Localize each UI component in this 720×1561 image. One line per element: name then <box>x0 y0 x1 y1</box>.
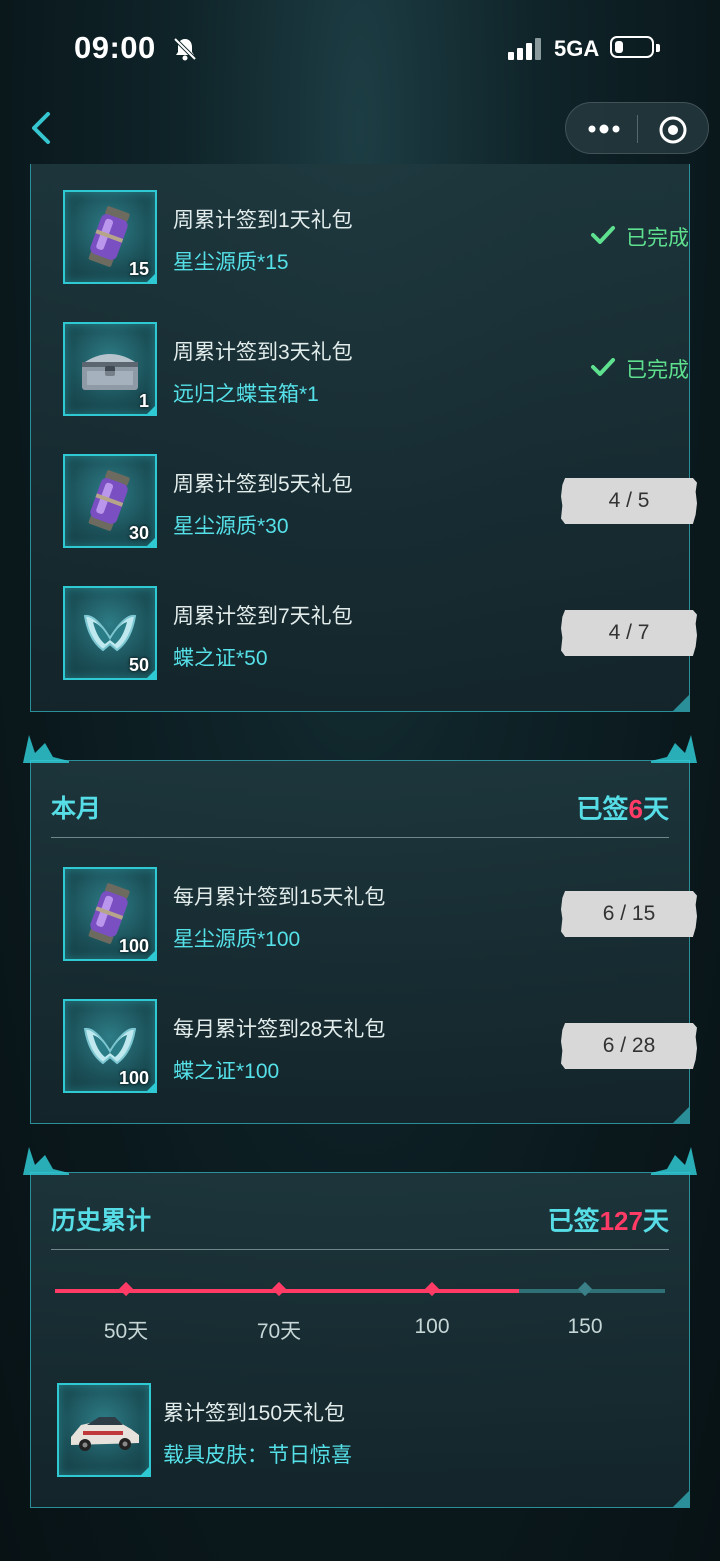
reward-title: 每月累计签到28天礼包 <box>173 1018 386 1041</box>
milestone-marker <box>271 1281 287 1297</box>
reward-desc: 远归之蝶宝箱*1 <box>173 383 319 406</box>
panel-spike-decoration <box>651 735 697 763</box>
signal-icon <box>508 38 541 60</box>
reward-desc: 蝶之证*100 <box>173 1060 280 1083</box>
panel-corner <box>672 694 690 712</box>
network-type: 5GA <box>554 36 600 61</box>
reward-desc: 蝶之证*50 <box>173 647 268 670</box>
signed-days: 6 <box>628 794 643 824</box>
signed-days-counter: 已签127天 <box>548 1201 669 1238</box>
reward-icon-frame: 100 <box>63 867 157 961</box>
frame-corner <box>139 1465 151 1477</box>
reward-row[interactable]: 累计签到150天礼包 载具皮肤：节日惊喜 <box>57 1383 677 1479</box>
weekly-rewards-panel: 15 周累计签到1天礼包 星尘源质*15 已完成 1 周累计签到3天礼包 远归之… <box>30 164 697 712</box>
milestone-label: 150 <box>567 1315 603 1338</box>
reward-title: 周累计签到3天礼包 <box>173 341 353 364</box>
section-divider <box>51 837 669 838</box>
status-time: 09:00 <box>74 30 156 65</box>
reward-icon-frame <box>57 1383 151 1477</box>
panel-spike-decoration <box>23 1147 69 1175</box>
battery-icon <box>610 36 660 58</box>
milestone-label: 70天 <box>256 1320 302 1343</box>
panel-spike-decoration <box>651 1147 697 1175</box>
reward-row[interactable]: 50 周累计签到7天礼包 蝶之证*50 4 / 7 <box>63 586 697 682</box>
milestone-marker <box>424 1281 440 1297</box>
reward-row[interactable]: 1 周累计签到3天礼包 远归之蝶宝箱*1 已完成 <box>63 322 689 418</box>
reward-count: 50 <box>128 655 149 675</box>
signed-days: 127 <box>599 1206 643 1236</box>
reward-count: 1 <box>138 391 149 411</box>
reward-desc: 星尘源质*30 <box>173 515 289 538</box>
capsule-divider <box>637 115 638 143</box>
reward-row[interactable]: 30 周累计签到5天礼包 星尘源质*30 4 / 5 <box>63 454 697 550</box>
reward-desc: 星尘源质*100 <box>173 928 301 951</box>
reward-row[interactable]: 100 每月累计签到28天礼包 蝶之证*100 6 / 28 <box>63 999 697 1095</box>
reward-title: 累计签到150天礼包 <box>163 1402 346 1425</box>
signed-suffix: 天 <box>642 1206 669 1236</box>
reward-count: 30 <box>128 523 149 543</box>
back-arrow-icon[interactable] <box>24 108 64 148</box>
reward-row[interactable]: 100 每月累计签到15天礼包 星尘源质*100 6 / 15 <box>63 867 697 963</box>
vehicle-skin-car-icon <box>71 1417 139 1451</box>
reward-count: 15 <box>128 259 149 279</box>
reward-icon-frame: 100 <box>63 999 157 1093</box>
progress-badge: 6 / 28 <box>561 1023 697 1069</box>
section-divider <box>51 1249 669 1250</box>
completed-status: 已完成 <box>591 354 689 384</box>
signed-suffix: 天 <box>642 794 669 824</box>
milestone-label: 50天 <box>103 1320 149 1343</box>
reward-title: 周累计签到1天礼包 <box>173 209 353 232</box>
monthly-rewards-panel: 本月 已签6天 100 每月累计签到15天礼包 星尘源质*100 6 / 15 <box>23 735 697 1124</box>
close-program-icon[interactable] <box>658 115 688 145</box>
reward-icon-frame: 30 <box>63 454 157 548</box>
mini-program-capsule <box>565 102 709 154</box>
reward-count: 100 <box>118 1068 149 1088</box>
milestone-marker <box>577 1281 593 1297</box>
status-bar: 09:00 5GA <box>0 0 720 96</box>
signed-days-counter: 已签6天 <box>577 789 670 826</box>
reward-icon-frame: 15 <box>63 190 157 284</box>
progress-badge: 6 / 15 <box>561 891 697 937</box>
milestone-marker <box>118 1281 134 1297</box>
reward-desc: 星尘源质*15 <box>173 251 289 274</box>
completed-label: 已完成 <box>626 359 689 382</box>
progress-badge: 4 / 7 <box>561 610 697 656</box>
reward-icon-frame: 1 <box>63 322 157 416</box>
history-rewards-panel: 历史累计 已签127天 50天 70天 100 150 累计签到150天礼包 载… <box>23 1147 697 1508</box>
reward-title: 周累计签到7天礼包 <box>173 605 353 628</box>
panel-spike-decoration <box>23 735 69 763</box>
panel-corner <box>672 1106 690 1124</box>
signed-prefix: 已签 <box>547 1206 600 1236</box>
section-title: 历史累计 <box>51 1207 152 1235</box>
reward-row[interactable]: 15 周累计签到1天礼包 星尘源质*15 已完成 <box>63 190 689 286</box>
progress-badge: 4 / 5 <box>561 478 697 524</box>
section-title: 本月 <box>51 795 102 823</box>
reward-title: 周累计签到5天礼包 <box>173 473 353 496</box>
check-icon <box>591 358 615 376</box>
mute-bell-icon <box>173 37 197 61</box>
completed-status: 已完成 <box>591 222 689 252</box>
completed-label: 已完成 <box>626 227 689 250</box>
reward-icon-frame: 50 <box>63 586 157 680</box>
milestone-label: 100 <box>414 1315 450 1338</box>
history-progress-track <box>55 1289 665 1293</box>
check-icon <box>591 226 615 244</box>
signed-prefix: 已签 <box>576 794 629 824</box>
reward-count: 100 <box>118 936 149 956</box>
reward-desc: 载具皮肤：节日惊喜 <box>163 1444 352 1467</box>
panel-corner <box>672 1490 690 1508</box>
reward-title: 每月累计签到15天礼包 <box>173 886 386 909</box>
more-menu-icon[interactable] <box>584 115 624 143</box>
